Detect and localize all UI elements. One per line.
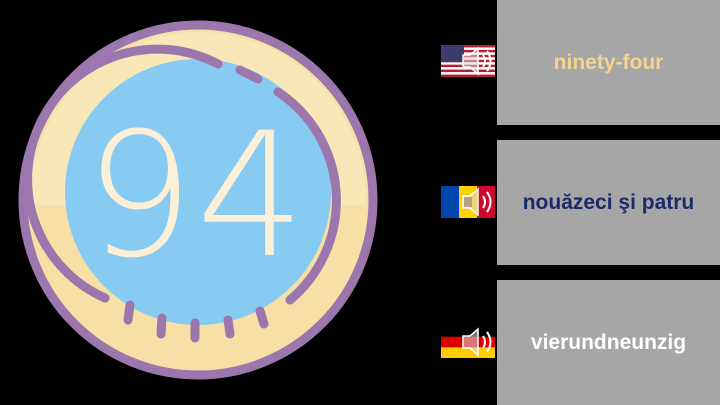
word-german: vierundneunzig [530,330,687,354]
word-english: ninety-four [553,50,664,74]
translation-panel: vierundneunzig [497,280,720,405]
speaker-icon[interactable] [459,184,495,220]
translation-row-english: ninety-four [0,0,720,125]
word-romanian: nouăzeci şi patru [522,190,695,214]
translation-panel: ninety-four [497,0,720,125]
translation-row-romanian: nouăzeci şi patru [0,140,720,265]
translation-panel: nouăzeci şi patru [497,140,720,265]
speaker-icon[interactable] [459,324,495,360]
speaker-icon[interactable] [459,43,495,79]
translation-row-german: vierundneunzig [0,280,720,405]
